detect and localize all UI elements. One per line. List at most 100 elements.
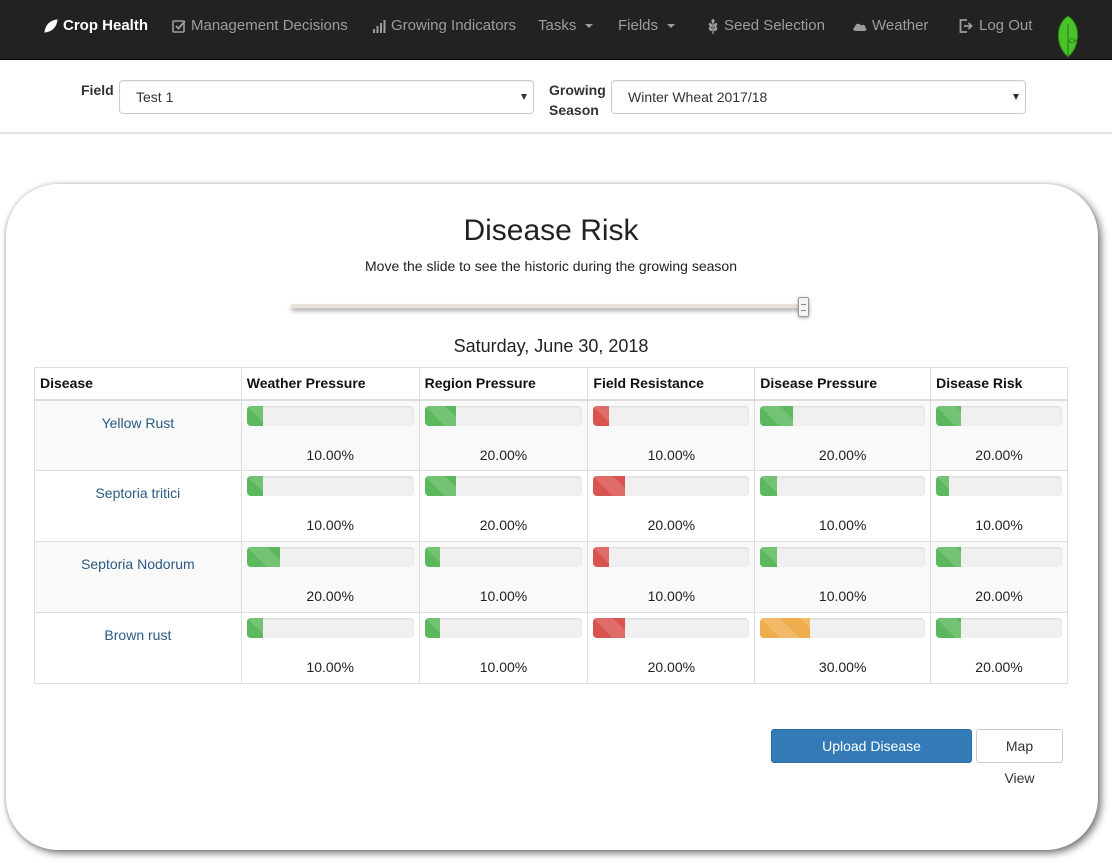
progress-bar (424, 618, 583, 638)
progress-bar (424, 476, 583, 496)
percentage-label: 10.00% (306, 659, 354, 675)
progress-bar (760, 405, 926, 426)
progress-bar (593, 476, 750, 496)
metric-cell: 20.00% (587, 612, 756, 684)
disease-risk-title: Disease Risk (463, 214, 639, 247)
upload-disease-occurrence-button[interactable]: Upload Disease Occurrence (771, 729, 972, 786)
field-select[interactable]: Test 1 (119, 80, 534, 114)
nav-management-label: Management Decisions (191, 17, 348, 34)
nav-crop-health-label: Crop Health (63, 17, 149, 34)
progress-bar (936, 405, 1062, 426)
dropdown-arrow-icon (521, 94, 527, 100)
percentage-label: 10.00% (647, 588, 696, 604)
column-header: Disease Risk (930, 367, 1068, 401)
progress-bar-fill (760, 618, 810, 638)
percentage-label: 20.00% (479, 446, 528, 463)
progress-bar-fill (424, 618, 441, 638)
nav-crop-health[interactable]: Crop Health (44, 0, 148, 52)
percentage-label: 10.00% (647, 446, 696, 463)
percentage-label: 10.00% (818, 517, 867, 533)
percentage-label: 10.00% (306, 517, 354, 533)
growing-season-label-line-2: Season (549, 102, 599, 118)
metric-cell: 10.00% (754, 470, 932, 542)
wheat-icon (708, 18, 718, 34)
progress-bar-fill (424, 547, 441, 567)
nav-tasks-dropdown[interactable]: Tasks (538, 0, 594, 52)
nav-fields-label: Fields (618, 17, 659, 34)
progress-bar (936, 618, 1062, 638)
disease-name-cell: Septoria Nodorum (34, 541, 242, 613)
nav-log-out[interactable]: Log Out (959, 0, 1032, 52)
nav-seed-label: Seed Selection (724, 17, 825, 34)
disease-name-cell: Septoria tritici (34, 470, 242, 542)
column-header: Disease Pressure (754, 367, 932, 401)
progress-bar (593, 618, 750, 638)
map-view-button[interactable]: Map View (976, 729, 1063, 786)
percentage-label: 20.00% (975, 446, 1023, 463)
progress-bar-fill (936, 547, 962, 567)
percentage-label: 20.00% (818, 446, 867, 463)
nav-growing-indicators[interactable]: Growing Indicators (373, 0, 516, 52)
leaf-icon (44, 19, 58, 33)
crop-health-logo-icon: CH (1057, 15, 1079, 58)
column-header: Weather Pressure (240, 367, 420, 401)
metric-cell: 20.00% (930, 612, 1068, 684)
caret-down-icon (585, 24, 594, 28)
progress-bar-fill (760, 547, 777, 567)
nav-tasks-label: Tasks (538, 17, 577, 34)
metric-cell: 10.00% (587, 399, 756, 471)
progress-bar (246, 405, 414, 426)
nav-management-decisions[interactable]: Management Decisions (172, 0, 348, 52)
table-row: Septoria Nodorum 20.00% 10.00% 10.00% 10.00%… (34, 541, 1068, 613)
metric-cell: 20.00% (930, 399, 1068, 471)
disease-name-cell: Brown rust (34, 612, 242, 684)
disease-name-cell: Yellow Rust (34, 399, 242, 471)
filter-bar: Field Test 1 Growing Season Winter Wheat… (0, 60, 1112, 134)
percentage-label: 30.00% (818, 659, 867, 675)
growing-season-label: Growing Season (549, 80, 606, 120)
growing-season-select[interactable]: Winter Wheat 2017/18 (611, 80, 1026, 114)
field-select-value: Test 1 (136, 89, 174, 105)
progress-bar (424, 547, 583, 567)
progress-bar (936, 476, 1062, 496)
disease-link[interactable]: Septoria Nodorum (81, 556, 195, 572)
percentage-label: 20.00% (975, 588, 1023, 604)
disease-link[interactable]: Yellow Rust (102, 415, 175, 431)
progress-bar (593, 405, 750, 426)
progress-bar-fill (246, 618, 264, 638)
disease-link[interactable]: Septoria tritici (95, 485, 180, 501)
table-row: Brown rust 10.00% 10.00% 20.00% 30.00% 20.00% (34, 612, 1068, 684)
metric-cell: 10.00% (240, 470, 420, 542)
svg-text:CH: CH (1069, 38, 1078, 45)
progress-bar-fill (424, 405, 457, 426)
table-header-row: Disease Weather Pressure Region Pressure… (34, 367, 1068, 401)
progress-bar-fill (936, 476, 949, 496)
metric-cell: 20.00% (240, 541, 420, 613)
progress-bar (424, 405, 583, 426)
nav-growing-label: Growing Indicators (391, 17, 517, 34)
history-slider-handle[interactable] (798, 297, 809, 317)
history-slider-track[interactable] (291, 304, 809, 308)
column-header: Disease (34, 367, 242, 401)
log-out-icon (959, 19, 973, 33)
progress-bar (246, 547, 414, 567)
nav-seed-selection[interactable]: Seed Selection (707, 0, 825, 52)
percentage-label: 10.00% (306, 446, 354, 463)
metric-cell: 30.00% (754, 612, 932, 684)
disease-risk-subtitle: Move the slide to see the historic durin… (365, 258, 737, 274)
signal-bars-icon (373, 19, 386, 33)
progress-bar-fill (246, 547, 281, 567)
percentage-label: 20.00% (647, 659, 696, 675)
progress-bar (936, 547, 1062, 567)
percentage-label: 10.00% (479, 588, 528, 604)
metric-cell: 20.00% (418, 399, 589, 471)
nav-fields-dropdown[interactable]: Fields (618, 0, 676, 52)
percentage-label: 10.00% (479, 659, 528, 675)
table-row: Septoria tritici 10.00% 20.00% 20.00% 10.00%… (34, 470, 1068, 542)
progress-bar-fill (424, 476, 457, 496)
disease-link[interactable]: Brown rust (104, 627, 171, 643)
percentage-label: 20.00% (306, 588, 354, 604)
nav-weather[interactable]: Weather (852, 0, 928, 52)
percentage-label: 10.00% (975, 517, 1023, 533)
percentage-label: 20.00% (647, 517, 696, 533)
